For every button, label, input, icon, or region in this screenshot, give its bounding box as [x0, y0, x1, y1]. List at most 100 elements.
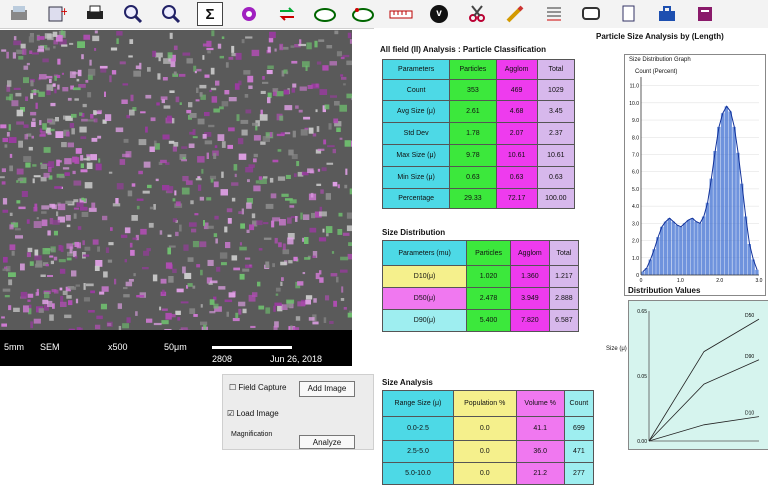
load-image-checkbox[interactable]: ☑ Load Image [227, 409, 279, 418]
particle [13, 52, 16, 58]
particle [0, 124, 6, 128]
particle [23, 156, 31, 162]
particle [198, 119, 205, 125]
scissors-icon[interactable] [465, 3, 489, 25]
book-icon[interactable] [693, 3, 717, 25]
sort-icon[interactable] [541, 3, 565, 25]
particle [190, 113, 197, 118]
screen-icon[interactable] [579, 3, 603, 25]
t2-cell: 1.360 [510, 266, 549, 288]
particle [346, 94, 352, 99]
particle [115, 198, 118, 204]
particle [300, 213, 302, 220]
software-icon[interactable] [313, 3, 337, 25]
particle [147, 185, 152, 188]
zoom-out-icon[interactable] [159, 3, 183, 25]
particle [56, 160, 60, 167]
particle [263, 176, 268, 178]
particle [200, 270, 203, 276]
particle [133, 273, 135, 276]
particle [284, 105, 292, 110]
particle [24, 124, 29, 128]
particle [184, 273, 191, 279]
particle [32, 164, 36, 167]
ruler-icon[interactable] [389, 3, 413, 25]
particle [95, 266, 100, 271]
t2-cell: 3.949 [510, 288, 549, 310]
sigma-icon[interactable]: Σ [197, 2, 223, 26]
particle [95, 325, 100, 330]
particle [34, 221, 42, 228]
particle [68, 286, 75, 289]
particle [143, 251, 149, 256]
particle [193, 66, 196, 72]
particle [75, 256, 78, 259]
particle [66, 295, 71, 299]
particle [63, 116, 71, 120]
particle [247, 230, 250, 233]
pencil-icon[interactable] [503, 3, 527, 25]
particle [173, 218, 177, 222]
particle [73, 199, 78, 202]
particle [3, 198, 7, 204]
print-icon[interactable] [83, 3, 107, 25]
particle [330, 61, 338, 65]
particle [293, 131, 296, 138]
particle [5, 295, 10, 297]
particle [21, 44, 26, 49]
particle [30, 261, 34, 266]
image-viewer[interactable]: 5mm SEM x500 50μm 2808 Jun 26, 2018 [0, 30, 352, 366]
t2-cell: 1.020 [467, 266, 511, 288]
software-2-icon[interactable] [351, 3, 375, 25]
particle [210, 176, 216, 180]
add-image-icon[interactable]: + [45, 3, 69, 25]
t3-header-0: Range Size (μ) [383, 391, 454, 417]
particle [142, 267, 149, 269]
t2-cell: 2.478 [467, 288, 511, 310]
particle [29, 36, 34, 42]
zoom-in-icon[interactable] [121, 3, 145, 25]
scanner-icon[interactable] [7, 3, 31, 25]
particle [46, 76, 53, 79]
particle [267, 70, 273, 74]
toolbox-icon[interactable] [655, 3, 679, 25]
particle [226, 62, 229, 67]
particle [201, 169, 203, 174]
particle [69, 43, 73, 45]
histogram-bar [668, 218, 671, 275]
settings-gear-icon[interactable] [237, 3, 261, 25]
particle [326, 233, 329, 236]
size-distribution-chart: Size Distribution Graph Count (Percent) … [624, 54, 766, 296]
particle [327, 163, 334, 165]
t1-cell: 353 [450, 80, 496, 101]
swap-icon[interactable] [275, 3, 299, 25]
info-date: Jun 26, 2018 [270, 354, 322, 364]
particle [74, 213, 77, 218]
particle [295, 105, 299, 108]
particle [101, 304, 107, 310]
v-icon[interactable]: v [427, 3, 451, 25]
particle [121, 235, 127, 238]
particle [32, 136, 35, 139]
particle [318, 149, 325, 151]
particle [183, 245, 188, 251]
particle [271, 193, 277, 198]
document-icon[interactable] [617, 3, 641, 25]
particle [27, 63, 30, 65]
particle [87, 92, 91, 97]
sem-image[interactable] [0, 30, 352, 330]
particle [342, 55, 349, 57]
particle [207, 226, 214, 229]
particle [215, 238, 218, 243]
analyze-button[interactable]: Analyze [299, 435, 355, 449]
particle [252, 123, 258, 126]
sigma-label: Σ [205, 6, 214, 23]
particle [333, 149, 336, 153]
particle [234, 164, 238, 170]
add-image-button[interactable]: Add Image [299, 381, 355, 397]
field-capture-checkbox[interactable]: ☐ Field Capture [229, 383, 286, 392]
particle [76, 202, 83, 207]
particle [224, 227, 227, 233]
particle [1, 324, 7, 327]
particle [44, 173, 50, 178]
